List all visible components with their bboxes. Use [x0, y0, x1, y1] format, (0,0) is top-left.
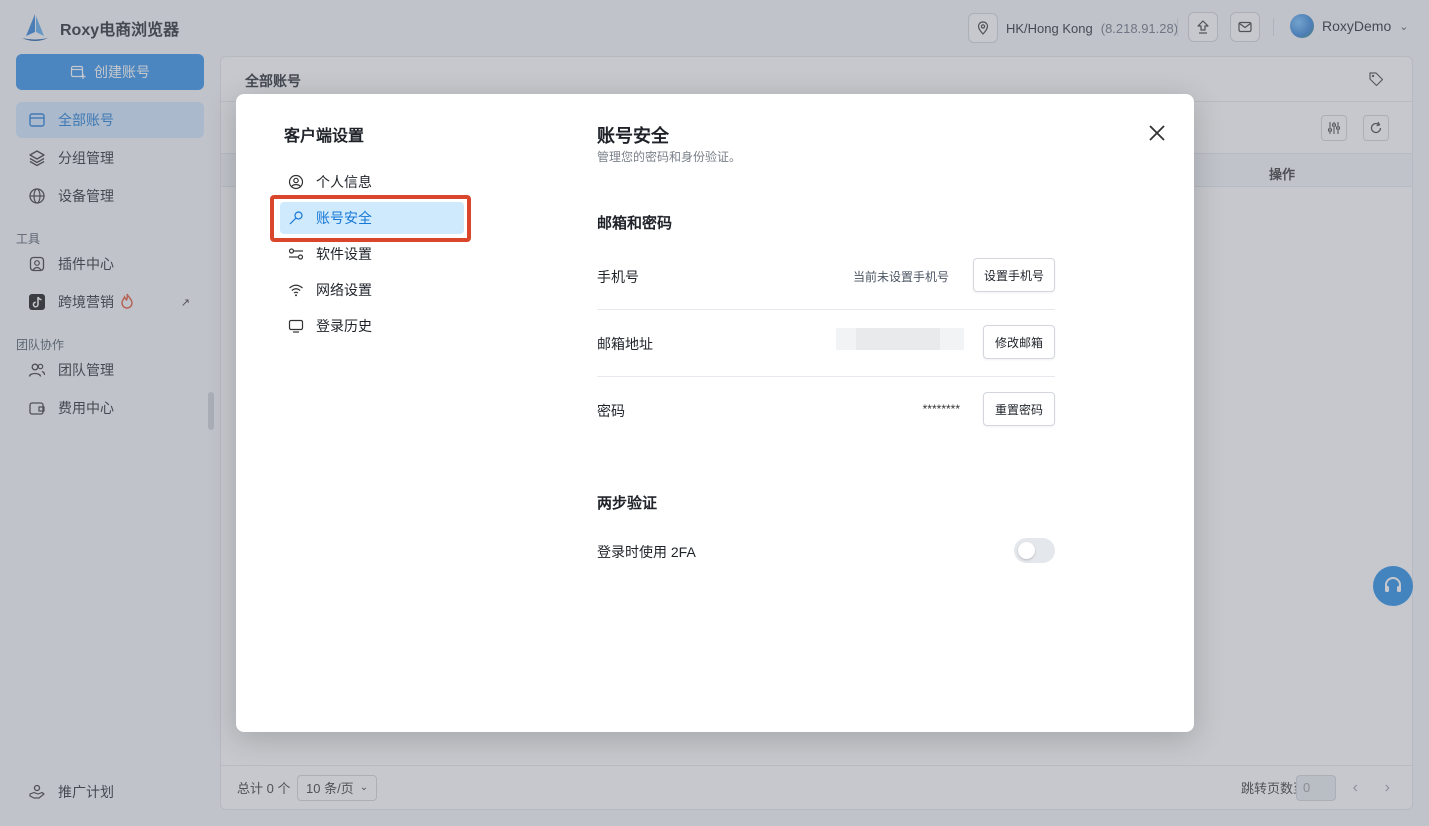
sliders-icon — [288, 248, 304, 260]
password-value: ******** — [922, 402, 960, 416]
divider — [597, 376, 1055, 377]
settings-menu-software[interactable]: 软件设置 — [280, 238, 464, 270]
settings-menu-label: 个人信息 — [316, 174, 372, 190]
dialog-title: 客户端设置 — [284, 128, 365, 145]
monitor-icon — [288, 319, 304, 333]
settings-menu-label: 登录历史 — [316, 318, 372, 334]
settings-menu-label: 软件设置 — [316, 246, 372, 262]
user-circle-icon — [288, 174, 304, 190]
email-label: 邮箱地址 — [597, 336, 653, 352]
section-subtitle: 管理您的密码和身份验证。 — [597, 150, 742, 164]
reset-password-button[interactable]: 重置密码 — [983, 392, 1055, 426]
change-email-button[interactable]: 修改邮箱 — [983, 325, 1055, 359]
email-value-masked — [836, 328, 964, 350]
close-icon — [1149, 125, 1165, 141]
settings-menu-profile[interactable]: 个人信息 — [280, 166, 464, 198]
settings-dialog: 客户端设置 个人信息 账号安全 软件设置 网络设置 登录历史 账号安全 管理您的… — [236, 94, 1194, 732]
phone-value: 当前未设置手机号 — [852, 270, 949, 284]
toggle-knob — [1018, 542, 1035, 559]
password-label: 密码 — [597, 403, 625, 419]
section-title: 账号安全 — [597, 126, 669, 146]
highlight-annotation — [270, 195, 471, 242]
settings-menu-label: 网络设置 — [316, 282, 372, 298]
twofa-label: 登录时使用 2FA — [597, 544, 696, 560]
email-password-group-title: 邮箱和密码 — [597, 215, 673, 232]
two-step-group-title: 两步验证 — [597, 495, 658, 512]
settings-menu-network[interactable]: 网络设置 — [280, 274, 464, 306]
settings-menu-login-history[interactable]: 登录历史 — [280, 310, 464, 342]
wifi-icon — [289, 284, 303, 297]
twofa-toggle[interactable] — [1014, 538, 1055, 563]
close-button[interactable] — [1144, 120, 1170, 146]
phone-label: 手机号 — [597, 269, 639, 285]
divider — [597, 309, 1055, 310]
set-phone-button[interactable]: 设置手机号 — [973, 258, 1055, 292]
